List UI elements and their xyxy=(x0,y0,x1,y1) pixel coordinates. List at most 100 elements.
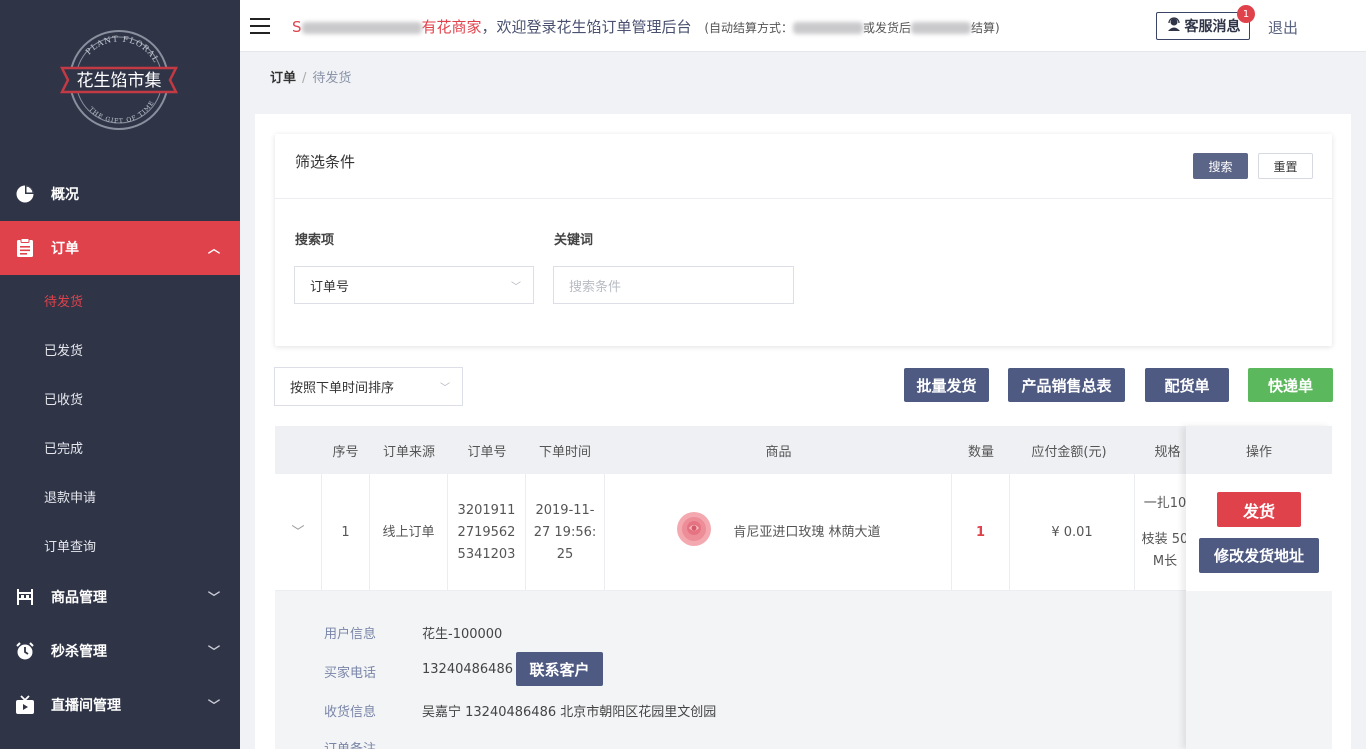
sidebar-subitem-received[interactable]: 已收货 xyxy=(0,374,240,423)
shipping-info-label: 收货信息 xyxy=(324,705,377,720)
welcome-text: ，欢迎登录花生馅订单管理后台 xyxy=(481,18,692,36)
welcome-message: S 有花商家，欢迎登录花生馅订单管理后台 (自动结算方式： 或发货后 结算) xyxy=(292,16,1000,37)
user-info-label: 用户信息 xyxy=(324,627,377,642)
reset-button[interactable]: 重置 xyxy=(1258,153,1313,179)
keyword-input[interactable]: 搜索条件 xyxy=(553,266,794,304)
sidebar-subitem-pending-shipment[interactable]: 待发货 xyxy=(0,276,240,325)
sales-summary-button[interactable]: 产品销售总表 xyxy=(1008,368,1125,402)
logout-link[interactable]: 退出 xyxy=(1268,17,1298,38)
tv-icon xyxy=(14,694,36,716)
logo-name: 花生馅市集 xyxy=(77,71,162,91)
product-image[interactable] xyxy=(675,510,713,556)
customer-service-button[interactable]: 客服消息 1 xyxy=(1156,5,1255,40)
settlement-label: (自动结算方式： xyxy=(704,21,794,35)
sort-select[interactable]: 按照下单时间排序 ﹀ xyxy=(274,367,463,406)
column-header: 商品 xyxy=(765,444,792,460)
sidebar-subitem-refund-requests[interactable]: 退款申请 xyxy=(0,472,240,521)
column-header: 数量 xyxy=(967,444,994,460)
chevron-down-icon: ﹀ xyxy=(207,644,220,659)
sidebar-item-label: 直播间管理 xyxy=(51,698,121,714)
spec-line: M长 xyxy=(1152,553,1178,569)
sidebar-item-live-room-management[interactable]: 直播间管理 ﹀ xyxy=(0,678,240,732)
breadcrumb: 订单 / 待发货 xyxy=(270,67,351,86)
sidebar-subitem-completed[interactable]: 已完成 xyxy=(0,423,240,472)
pie-chart-icon xyxy=(14,183,36,205)
sidebar-subitem-order-query[interactable]: 订单查询 xyxy=(0,521,240,570)
redacted-text xyxy=(301,21,422,34)
table-header: 序号 订单来源 订单号 下单时间 商品 数量 应付金额(元) 规格 xyxy=(275,426,1332,474)
chevron-down-icon: ﹀ xyxy=(440,383,450,394)
sidebar-item-flash-sale-management[interactable]: 秒杀管理 ﹀ xyxy=(0,624,240,678)
keyword-label: 关键词 xyxy=(554,233,594,248)
order-remark-label: 订单备注 xyxy=(324,738,376,749)
search-button[interactable]: 搜索 xyxy=(1193,153,1248,179)
customer-service-label: 客服消息 xyxy=(1184,19,1241,35)
cell-index: 1 xyxy=(322,474,370,591)
order-number-line: 3201911 xyxy=(457,502,516,518)
settlement-end: 结算) xyxy=(971,21,1000,35)
welcome-prefix: S xyxy=(292,18,302,36)
alarm-clock-icon xyxy=(14,640,36,662)
svg-text:PLANT FLORAL: PLANT FLORAL xyxy=(84,34,161,64)
menu-toggle-icon[interactable] xyxy=(250,18,270,34)
express-waybill-button[interactable]: 快递单 xyxy=(1248,368,1333,402)
filter-title: 筛选条件 xyxy=(295,153,356,171)
column-header: 订单来源 xyxy=(382,444,435,460)
search-item-value: 订单号 xyxy=(310,279,350,295)
expand-row-icon[interactable]: ﹀ xyxy=(275,474,322,591)
cell-order-time: 2019-11- 27 19:56: 25 xyxy=(526,474,605,591)
column-header: 下单时间 xyxy=(538,444,591,460)
column-header: 操作 xyxy=(1186,426,1332,474)
table-row[interactable]: ﹀ 1 线上订单 3201911 2719562 5341203 2019-11… xyxy=(275,474,1332,591)
breadcrumb-current: 待发货 xyxy=(312,71,352,86)
batch-ship-button[interactable]: 批量发货 xyxy=(904,368,989,402)
column-header: 订单号 xyxy=(467,444,507,460)
filter-card: 筛选条件 搜索 重置 搜索项 关键词 订单号 ﹀ 搜索条件 xyxy=(275,134,1332,346)
sidebar-subitem-shipped[interactable]: 已发货 xyxy=(0,325,240,374)
product-name: 肯尼亚进口玫瑰 林荫大道 xyxy=(733,524,881,540)
operations-cell: 发货 修改发货地址 xyxy=(1186,474,1332,591)
cell-quantity: 1 xyxy=(952,474,1010,591)
ship-button[interactable]: 发货 xyxy=(1217,492,1301,527)
cell-product: 肯尼亚进口玫瑰 林荫大道 xyxy=(605,474,952,591)
divider xyxy=(275,198,1332,199)
sidebar-item-orders[interactable]: 订单 ︿ xyxy=(0,221,240,275)
sidebar-item-label: 概况 xyxy=(51,187,79,203)
customer-service-icon xyxy=(1166,16,1182,36)
spec-line: 一扎10 xyxy=(1143,495,1187,511)
buyer-phone-value: 13240486486 xyxy=(422,662,513,677)
redacted-text xyxy=(911,21,972,34)
distribution-list-button[interactable]: 配货单 xyxy=(1145,368,1229,402)
order-time-line: 25 xyxy=(556,546,574,562)
sidebar-item-label: 商品管理 xyxy=(51,590,107,606)
sidebar: 花生馅市集 PLANT FLORAL THE GIFT OF TIME 概况 订… xyxy=(0,0,240,749)
breadcrumb-separator: / xyxy=(302,71,307,86)
cell-source: 线上订单 xyxy=(370,474,448,591)
search-item-select[interactable]: 订单号 ﹀ xyxy=(294,266,534,304)
contact-customer-button[interactable]: 联系客户 xyxy=(516,652,603,686)
breadcrumb-root[interactable]: 订单 xyxy=(270,71,296,86)
order-time-line: 2019-11- xyxy=(535,502,595,518)
search-item-label: 搜索项 xyxy=(295,233,335,248)
sidebar-item-product-management[interactable]: 商品管理 ﹀ xyxy=(0,570,240,624)
order-time-line: 27 19:56: xyxy=(533,524,597,540)
column-header: 应付金额(元) xyxy=(1031,444,1107,460)
sidebar-item-label: 订单 xyxy=(51,241,79,257)
edit-shipping-address-button[interactable]: 修改发货地址 xyxy=(1199,538,1319,573)
page-scrollbar[interactable] xyxy=(1352,52,1366,749)
sidebar-item-overview[interactable]: 概况 xyxy=(0,167,240,221)
operations-detail-spacer xyxy=(1186,591,1332,749)
chevron-down-icon: ﹀ xyxy=(207,590,220,605)
operations-column: 操作 发货 修改发货地址 xyxy=(1186,426,1332,749)
shipping-info-value: 吴嘉宁 13240486486 北京市朝阳区花园里文创园 xyxy=(422,705,717,720)
unread-badge: 1 xyxy=(1237,5,1255,23)
chevron-up-icon: ︿ xyxy=(207,241,220,256)
chevron-down-icon: ﹀ xyxy=(511,282,521,293)
top-header: S 有花商家，欢迎登录花生馅订单管理后台 (自动结算方式： 或发货后 结算) 客服消息… xyxy=(240,0,1366,52)
redacted-text xyxy=(793,21,864,34)
user-info-value: 花生-100000 xyxy=(422,627,503,642)
sort-value: 按照下单时间排序 xyxy=(290,381,395,396)
buyer-phone-label: 买家电话 xyxy=(324,666,377,681)
shelf-icon xyxy=(14,586,36,608)
brand-logo[interactable]: 花生馅市集 PLANT FLORAL THE GIFT OF TIME xyxy=(58,26,180,134)
